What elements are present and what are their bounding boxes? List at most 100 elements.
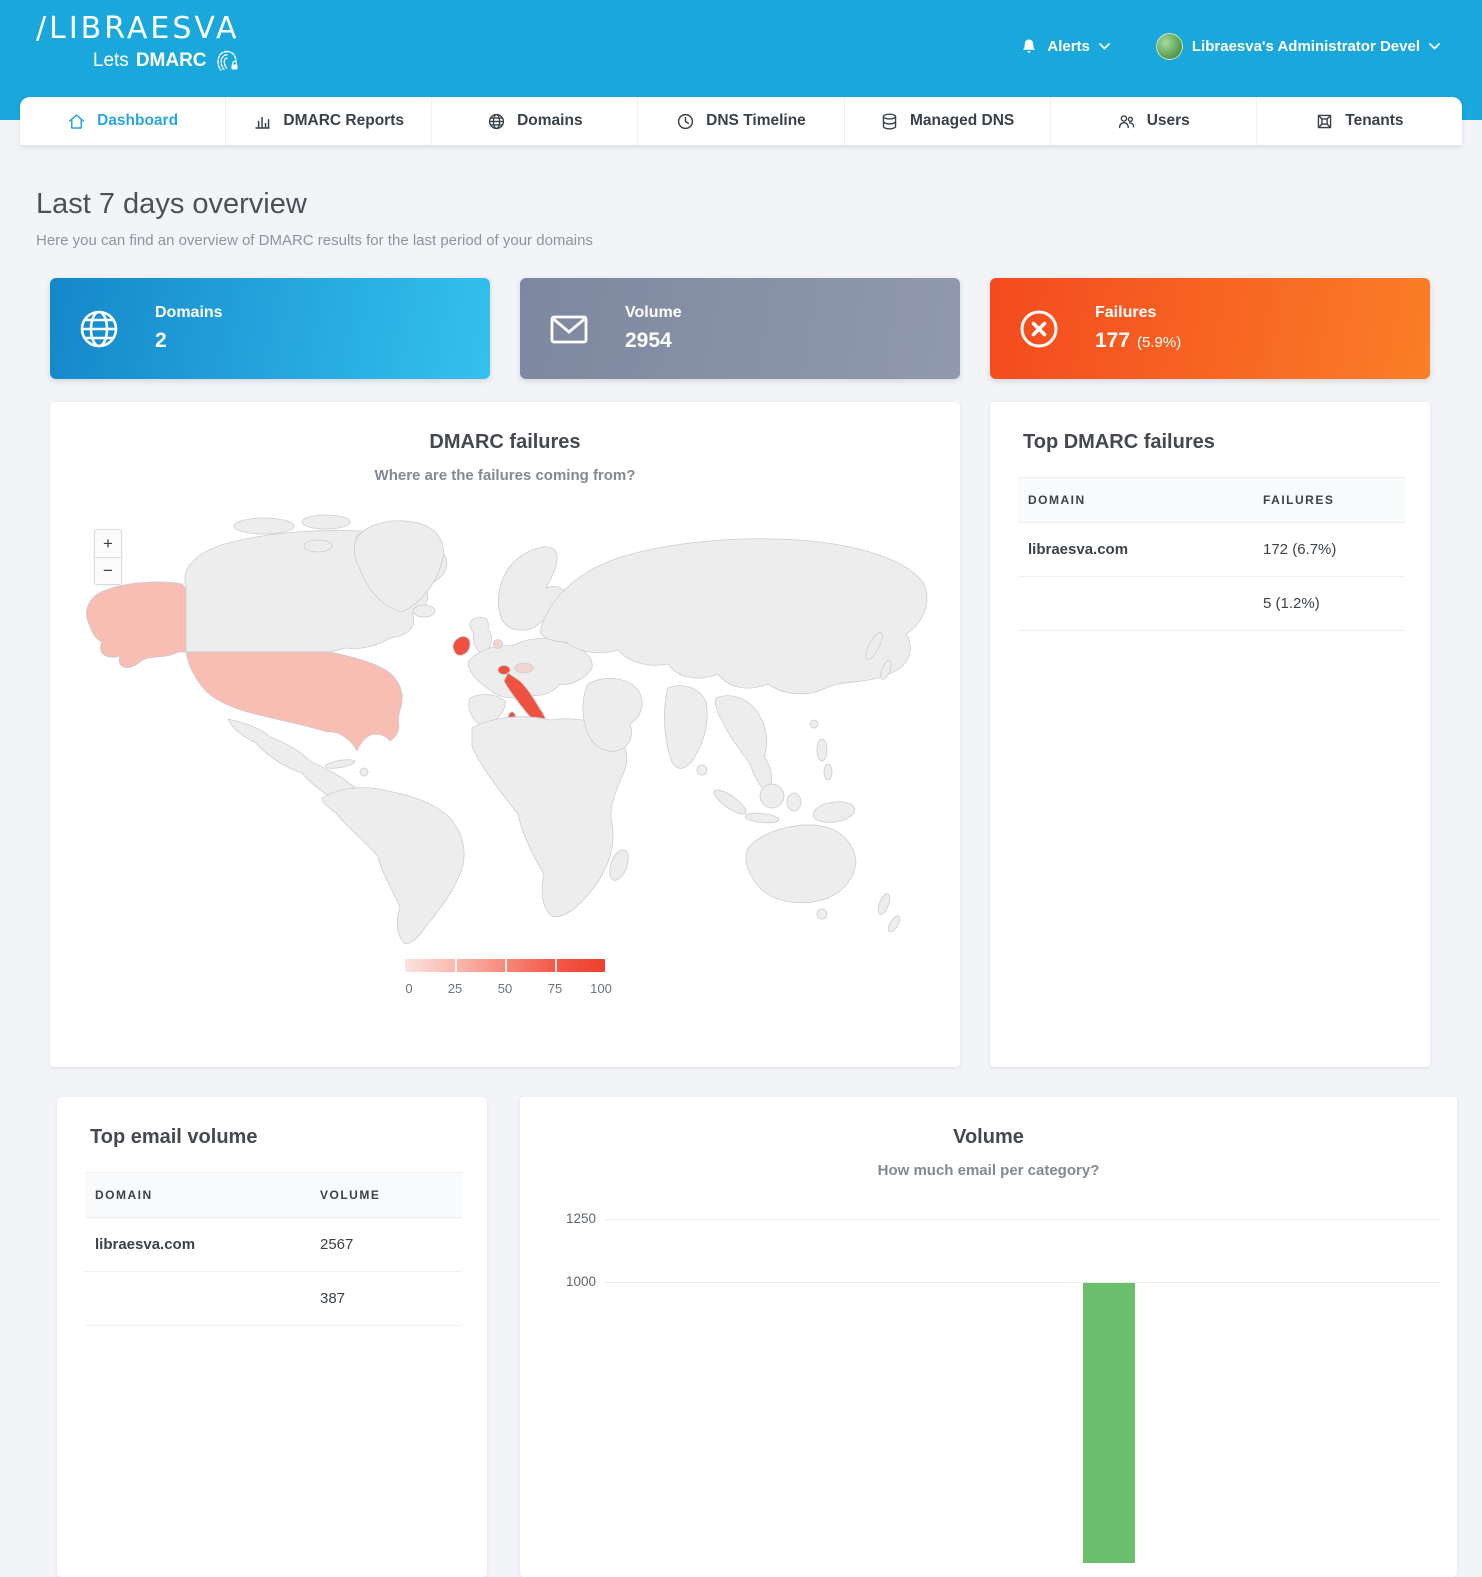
globe-icon	[487, 112, 506, 131]
nav-label: DNS Timeline	[706, 112, 806, 130]
nav-item-tenants[interactable]: Tenants	[1257, 97, 1462, 145]
table-header: DOMAIN FAILURES	[1018, 477, 1405, 523]
stat-value: 177 (5.9%)	[1095, 329, 1181, 353]
y-axis-tick: 1250	[550, 1211, 596, 1226]
dmarc-failures-map-card: DMARC failures Where are the failures co…	[50, 402, 960, 1067]
gridline	[605, 1282, 1440, 1283]
top-volume-table: DOMAIN VOLUME libraesva.com 2567 387	[85, 1172, 462, 1326]
nav-item-domains[interactable]: Domains	[432, 97, 638, 145]
nav-item-dmarc-reports[interactable]: DMARC Reports	[226, 97, 432, 145]
avatar	[1156, 33, 1183, 60]
country-ireland	[453, 637, 470, 656]
product-suffix: DMARC	[136, 50, 207, 72]
mail-icon	[547, 307, 591, 351]
country-united-states	[186, 652, 402, 751]
map-card-subtitle: Where are the failures coming from?	[50, 467, 960, 484]
user-menu[interactable]: Libraesva's Administrator Devel	[1156, 33, 1440, 60]
legend-tick: 0	[405, 981, 412, 996]
failures-percent: (5.9%)	[1137, 334, 1181, 351]
globe-icon	[77, 307, 121, 351]
stat-label: Failures	[1095, 304, 1181, 322]
header-actions: Alerts Libraesva's Administrator Devel	[1020, 33, 1440, 60]
nav-item-dashboard[interactable]: Dashboard	[20, 97, 226, 145]
table-row: libraesva.com 2567	[85, 1218, 462, 1272]
legend-ticks: 0 25 50 75 100	[405, 981, 605, 997]
volume-bar[interactable]	[1083, 1283, 1135, 1563]
continent-asia	[540, 539, 927, 694]
zoom-out-button[interactable]: −	[95, 557, 121, 584]
country-iceland	[413, 605, 435, 617]
stats-row: Domains 2 Volume 2954 Failures 177 (5.9%)	[50, 278, 1430, 379]
column-header-failures: FAILURES	[1263, 493, 1395, 507]
volume-cell: 2567	[320, 1236, 452, 1253]
volume-chart-subtitle: How much email per category?	[520, 1162, 1457, 1179]
nav-label: Users	[1147, 112, 1190, 130]
volume-chart-card: Volume How much email per category? 1250…	[520, 1097, 1457, 1577]
country-australia	[746, 825, 856, 903]
product-name: Lets DMARC	[36, 48, 240, 74]
legend-tick: 25	[448, 981, 462, 996]
alerts-menu[interactable]: Alerts	[1020, 37, 1110, 56]
page-title: Last 7 days overview	[36, 188, 1482, 221]
user-name: Libraesva's Administrator Devel	[1192, 38, 1420, 55]
bottom-row: Top email volume DOMAIN VOLUME libraesva…	[57, 1097, 1457, 1577]
legend-gradient-bar	[405, 959, 605, 972]
zoom-in-button[interactable]: +	[95, 530, 121, 557]
product-prefix: Lets	[93, 50, 129, 72]
stat-value: 2	[155, 329, 223, 353]
stat-label: Domains	[155, 304, 223, 322]
table-row: 387	[85, 1272, 462, 1326]
middle-row: DMARC failures Where are the failures co…	[50, 402, 1430, 1067]
failures-count: 177	[1095, 329, 1130, 352]
stat-card-failures: Failures 177 (5.9%)	[990, 278, 1430, 379]
home-icon	[67, 112, 86, 131]
fingerprint-icon	[214, 48, 240, 74]
brand-logo: /LIBRAESVA Lets DMARC	[36, 12, 240, 74]
stat-value: 2954	[625, 329, 682, 353]
stat-card-volume: Volume 2954	[520, 278, 960, 379]
region-indonesia	[711, 786, 749, 818]
legend-tick: 50	[498, 981, 512, 996]
world-choropleth-map[interactable]	[68, 510, 942, 947]
nav-item-dns-timeline[interactable]: DNS Timeline	[638, 97, 844, 145]
column-header-volume: VOLUME	[320, 1188, 452, 1202]
failures-cell: 5 (1.2%)	[1263, 595, 1395, 612]
map-card-title: DMARC failures	[50, 402, 960, 454]
chevron-down-icon	[1099, 43, 1110, 50]
region-alaska	[87, 582, 186, 668]
database-icon	[880, 112, 899, 131]
continent-south-america	[322, 788, 464, 944]
domain-cell: libraesva.com	[95, 1236, 320, 1253]
region-middle-east	[583, 678, 642, 751]
map-color-legend: 0 25 50 75 100	[405, 959, 605, 997]
table-row: libraesva.com 172 (6.7%)	[1018, 523, 1405, 577]
bar-chart-icon	[253, 112, 272, 131]
country-philippines	[817, 739, 827, 761]
main-navigation: Dashboard DMARC Reports Domains DNS Time…	[20, 97, 1462, 145]
volume-chart-title: Volume	[520, 1097, 1457, 1149]
dashboard-content: Last 7 days overview Here you can find a…	[0, 145, 1482, 1577]
table-header: DOMAIN VOLUME	[85, 1172, 462, 1218]
x-circle-icon	[1017, 307, 1061, 351]
country-netherlands	[494, 640, 503, 649]
top-volume-title: Top email volume	[57, 1097, 487, 1149]
gridline	[605, 1219, 1440, 1220]
legend-tick: 100	[590, 981, 612, 996]
top-email-volume-card: Top email volume DOMAIN VOLUME libraesva…	[57, 1097, 487, 1577]
nav-item-users[interactable]: Users	[1051, 97, 1257, 145]
users-icon	[1117, 112, 1136, 131]
region-southeast-asia	[715, 696, 771, 792]
nav-label: Domains	[517, 112, 582, 130]
table-row: 5 (1.2%)	[1018, 577, 1405, 631]
region-new-guinea	[812, 799, 856, 825]
chevron-down-icon	[1429, 43, 1440, 50]
nav-item-managed-dns[interactable]: Managed DNS	[845, 97, 1051, 145]
map-zoom-controls: + −	[94, 529, 122, 585]
nav-label: Dashboard	[97, 112, 178, 130]
libraesva-logo-text: /LIBRAESVA	[36, 12, 240, 45]
nav-label: Managed DNS	[910, 112, 1014, 130]
tenants-icon	[1315, 112, 1334, 131]
clock-icon	[676, 112, 695, 131]
stat-card-domains: Domains 2	[50, 278, 490, 379]
failures-cell: 172 (6.7%)	[1263, 541, 1395, 558]
